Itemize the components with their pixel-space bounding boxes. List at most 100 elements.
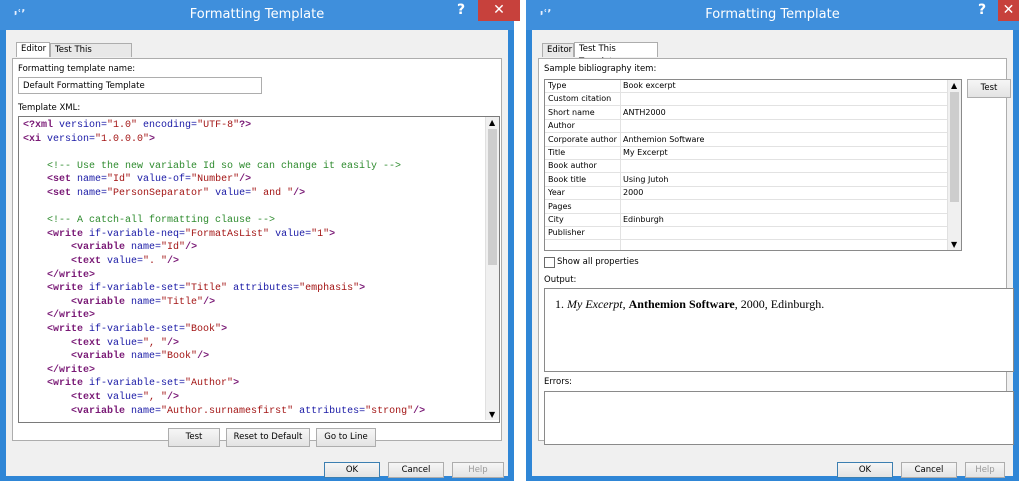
test-button[interactable]: Test <box>967 79 1011 98</box>
xml-line: <text value=", "/> <box>23 392 179 403</box>
xml-line: </write> <box>23 365 95 376</box>
xml-line: <xi version="1.0.0.0"> <box>23 134 155 145</box>
property-row[interactable]: Title My Excerpt <box>545 147 947 160</box>
scroll-thumb[interactable] <box>950 92 959 202</box>
xml-token: <write <box>23 324 84 335</box>
property-row[interactable]: Publisher <box>545 227 947 241</box>
property-row[interactable]: Short name ANTH2000 <box>545 107 947 120</box>
property-row[interactable]: Year 2000 <box>545 187 947 201</box>
xml-token: encoding= <box>137 120 198 131</box>
xml-token: "1" <box>311 228 330 240</box>
close-button[interactable]: ✕ <box>998 0 1019 21</box>
xml-token: /> <box>167 392 180 403</box>
xml-line: <variable name="Id"/> <box>23 242 197 253</box>
test-button[interactable]: Test <box>168 428 220 447</box>
scroll-down-icon[interactable]: ▼ <box>951 240 957 249</box>
xml-token: name= <box>71 174 108 186</box>
xml-token: if-variable-set= <box>83 378 186 390</box>
show-all-properties-checkbox[interactable] <box>544 257 555 268</box>
scroll-thumb[interactable] <box>488 129 497 265</box>
template-xml-editor[interactable]: <?xml version="1.0" encoding="UTF-8"?> <x… <box>18 116 500 423</box>
xml-token: <text <box>23 256 102 267</box>
show-all-properties-label[interactable]: Show all properties <box>557 257 639 267</box>
output-box: 1. My Excerpt, Anthemion Software, 2000,… <box>544 288 1014 372</box>
output-number: 1. <box>555 297 564 311</box>
go-to-line-button[interactable]: Go to Line <box>316 428 376 447</box>
property-row[interactable]: Corporate author Anthemion Software <box>545 134 947 147</box>
property-value[interactable]: Using Jutoh <box>623 174 668 186</box>
xml-token: attributes= <box>293 405 366 417</box>
xml-token: > <box>149 133 156 145</box>
tab-editor[interactable]: Editor <box>542 43 574 57</box>
reset-to-default-button[interactable]: Reset to Default <box>226 428 310 447</box>
template-name-field[interactable]: Default Formatting Template <box>18 77 262 94</box>
help-button[interactable]: Help <box>452 462 504 478</box>
property-value[interactable]: Edinburgh <box>623 214 664 226</box>
xml-token: <xi <box>23 133 42 145</box>
xml-line: </write> <box>23 310 95 321</box>
help-button[interactable]: Help <box>965 462 1005 478</box>
property-value[interactable]: My Excerpt <box>623 147 668 159</box>
xml-token: "FormatAsList" <box>185 228 270 240</box>
xml-token: "Number" <box>191 174 240 186</box>
property-value[interactable]: Anthemion Software <box>623 134 704 146</box>
xml-line: <write if-variable-set="Book"> <box>23 324 227 335</box>
xml-token: <!-- Use the new variable Id so we can c… <box>23 160 402 172</box>
xml-token: > <box>359 283 366 295</box>
ok-button[interactable]: OK <box>324 462 380 478</box>
scroll-up-icon[interactable]: ▲ <box>489 118 495 127</box>
xml-token: </write> <box>23 269 96 281</box>
property-name: Publisher <box>548 228 585 238</box>
property-value[interactable]: ANTH2000 <box>623 107 666 119</box>
xml-token: name= <box>125 405 162 417</box>
xml-token: "emphasis" <box>299 283 360 295</box>
xml-token: > <box>221 324 228 335</box>
xml-token: version= <box>41 133 96 145</box>
xml-scrollbar[interactable]: ▲ ▼ <box>485 117 499 420</box>
scroll-up-icon[interactable]: ▲ <box>951 81 957 90</box>
help-icon[interactable]: ? <box>457 2 465 18</box>
xml-token: "Book" <box>161 351 198 363</box>
xml-token: <text <box>23 392 102 403</box>
title-bar[interactable]: יʿʼ Formatting Template ? ✕ <box>526 0 1019 30</box>
xml-line: <variable name="Title"/> <box>23 297 215 308</box>
template-name-label: Formatting template name: <box>18 64 136 74</box>
xml-token: /> <box>167 256 180 267</box>
xml-token: <variable <box>23 242 126 254</box>
xml-token: /> <box>203 296 216 308</box>
property-row[interactable]: Custom citation <box>545 93 947 107</box>
property-value[interactable]: Book excerpt <box>623 80 676 92</box>
property-row[interactable]: Pages <box>545 201 947 214</box>
xml-token: " and " <box>251 188 294 199</box>
output-title: My Excerpt <box>567 297 623 311</box>
xml-token: ", " <box>143 337 168 349</box>
property-name: Year <box>548 188 565 198</box>
grid-scrollbar[interactable]: ▲ ▼ <box>947 80 961 250</box>
close-button[interactable]: ✕ <box>478 0 520 21</box>
property-row[interactable]: Book title Using Jutoh <box>545 174 947 187</box>
property-row[interactable]: City Edinburgh <box>545 214 947 227</box>
xml-token: <set <box>23 174 72 186</box>
errors-label: Errors: <box>544 377 573 387</box>
xml-token: if-variable-neq= <box>83 228 186 240</box>
tab-test-this-template[interactable]: Test This Template <box>574 42 658 67</box>
scroll-down-icon[interactable]: ▼ <box>489 410 495 419</box>
xml-token: value= <box>209 188 252 199</box>
properties-grid[interactable]: Type Book excerpt Custom citation Short nam… <box>544 79 962 251</box>
property-value[interactable]: 2000 <box>623 187 643 199</box>
xml-token: ?> <box>239 120 252 131</box>
xml-token: <write <box>23 378 84 390</box>
property-row[interactable]: Type Book excerpt <box>545 80 947 93</box>
cancel-button[interactable]: Cancel <box>901 462 957 478</box>
title-bar[interactable]: יʿʼ Formatting Template ? ✕ <box>0 0 520 30</box>
cancel-button[interactable]: Cancel <box>388 462 444 478</box>
tab-editor[interactable]: Editor <box>16 42 50 57</box>
help-icon[interactable]: ? <box>978 2 986 18</box>
ok-button[interactable]: OK <box>837 462 893 478</box>
property-name: Custom citation <box>548 94 612 104</box>
output-label: Output: <box>544 275 577 285</box>
tab-test-this-template[interactable]: Test This Template <box>50 43 132 68</box>
property-row[interactable]: Author <box>545 120 947 134</box>
xml-line: <text value=", "/> <box>23 338 179 349</box>
property-row[interactable]: Book author <box>545 160 947 174</box>
